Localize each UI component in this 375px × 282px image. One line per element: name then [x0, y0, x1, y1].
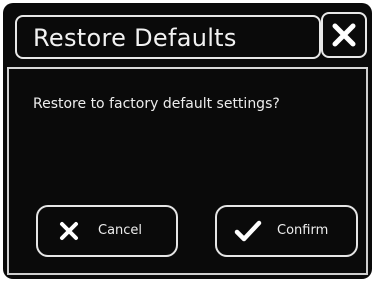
close-button[interactable] — [321, 12, 367, 58]
confirm-label: Confirm — [277, 223, 329, 238]
cancel-label: Cancel — [98, 223, 143, 238]
dialog-title: Restore Defaults — [33, 24, 237, 52]
x-icon — [56, 221, 82, 241]
restore-defaults-dialog: Restore Defaults Restore to factory defa… — [3, 3, 372, 279]
cancel-button[interactable]: Cancel — [36, 205, 178, 257]
checkmark-icon — [233, 220, 263, 242]
close-icon — [331, 22, 357, 48]
confirm-button[interactable]: Confirm — [215, 205, 358, 257]
dialog-message: Restore to factory default settings? — [33, 96, 280, 112]
dialog-title-bar: Restore Defaults — [15, 15, 321, 59]
